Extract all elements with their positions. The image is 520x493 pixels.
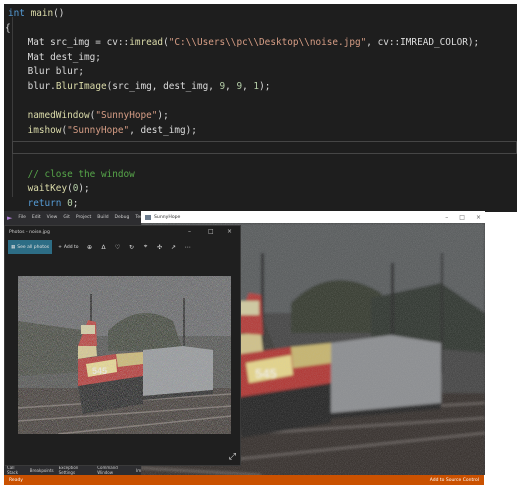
photos-toolbar: ▦ See all photos + Add to ⊕ ∆ ♡ ↻ ⌖ ✣ ↗ … [5,239,240,255]
close-icon[interactable]: × [227,228,232,235]
code-token: main [30,8,54,19]
photos-grid-icon: ▦ [11,244,16,250]
rotate-icon[interactable]: ↻ [125,244,139,251]
code-token: int [8,8,31,19]
window-controls: – □ × [445,211,481,223]
code-token: "SunnyHope" [95,110,158,122]
sunnyhope-title: SunnyHope [154,214,181,220]
plus-icon: + [58,244,62,250]
close-icon[interactable]: × [476,214,481,221]
code-token: imshow [27,124,62,136]
code-token: , dest_img); [129,124,197,136]
code-line[interactable]: Mat src_img = cv::imread("C:\\Users\\pc\… [5,36,480,50]
minimize-icon[interactable]: – [188,228,191,235]
add-to-label: Add to [63,244,79,250]
code-line[interactable]: { [5,22,11,36]
current-line-highlight [12,141,517,154]
delete-icon[interactable]: ∆ [97,244,111,251]
see-all-photos-button[interactable]: ▦ See all photos [8,240,53,254]
crop-icon[interactable]: ⌖ [139,243,153,251]
zoom-icon[interactable]: ⊕ [83,244,97,251]
code-token: , [242,81,254,92]
add-to-button[interactable]: + Add to [54,245,82,250]
code-token: Mat dest_img; [5,51,101,63]
status-ready: Ready [9,477,23,483]
tab-call-stack[interactable]: Call Stack [7,465,25,475]
code-token: namedWindow [27,110,90,122]
menu-file[interactable]: File [18,215,26,220]
expand-icon[interactable]: ⤢ [229,452,236,462]
code-token: return [27,197,68,209]
code-token: Blur blur; [5,66,85,78]
ide-panel-tabs: Call Stack Breakpoints Exception Setting… [4,465,145,475]
menu-edit[interactable]: Edit [32,215,41,220]
see-all-label: See all photos [17,244,50,250]
photos-app-window: Photos - noise.jpg – □ × ▦ See all photo… [4,225,241,466]
code-token: (src_img, dest_img, [106,81,220,92]
minimize-icon[interactable]: – [445,214,448,221]
code-token: ); [78,183,90,195]
heart-icon[interactable]: ♡ [111,244,125,251]
code-line[interactable]: return 0; [5,197,79,211]
code-line[interactable]: int main() [8,7,64,21]
visual-studio-icon[interactable]: ► [7,214,12,222]
maximize-icon[interactable]: □ [459,214,465,221]
add-to-source-control-button[interactable]: Add to Source Control [430,478,479,483]
code-token: ); [157,110,169,122]
more-icon[interactable]: ⋯ [181,244,195,251]
code-token: "SunnyHope" [67,124,130,136]
code-token: , cv::IMREAD_COLOR); [366,37,480,49]
code-line[interactable]: imshow("SunnyHope", dest_img); [5,124,197,138]
code-line[interactable]: namedWindow("SunnyHope"); [5,109,169,123]
code-token: ; [72,197,79,209]
photos-title: Photos - noise.jpg [9,230,50,235]
code-editor[interactable]: int main(){ Mat src_img = cv::imread("C:… [4,4,517,212]
sunnyhope-titlebar[interactable]: SunnyHope – □ × [141,211,485,223]
ide-menubar: ► File Edit View Git Project Build Debug… [4,211,144,224]
code-token: // close the window [27,168,135,180]
menu-debug[interactable]: Debug [115,215,130,220]
code-token: { [5,22,11,34]
code-token: blur. [5,81,56,92]
menu-view[interactable]: View [47,215,58,220]
code-token: waitKey [27,183,68,195]
code-line[interactable]: waitKey(0); [5,182,90,196]
menu-git[interactable]: Git [63,215,70,220]
code-token: BlurImage [55,81,107,92]
tab-exception-settings[interactable]: Exception Settings [59,465,93,475]
code-line[interactable]: Blur blur; [5,65,84,79]
code-line[interactable]: // close the window [5,168,135,182]
share-icon[interactable]: ↗ [167,244,181,251]
menu-project[interactable]: Project [76,215,91,220]
code-token: Mat src_img = cv:: [5,37,130,49]
code-token: imread [129,37,164,49]
code-token: ); [259,81,271,92]
menu-build[interactable]: Build [97,215,108,220]
edit-icon[interactable]: ✣ [153,244,167,251]
maximize-icon[interactable]: □ [208,228,214,235]
code-token: () [53,8,65,19]
tab-breakpoints[interactable]: Breakpoints [30,468,54,473]
code-line[interactable]: blur.BlurImage(src_img, dest_img, 9, 9, … [5,80,271,94]
tab-command-window[interactable]: Command Window [97,465,131,475]
app-icon [145,214,151,220]
code-line[interactable]: Mat dest_img; [5,51,101,65]
ide-statusbar: Ready Add to Source Control [4,475,484,485]
noisy-train-image: 545 [18,276,231,434]
code-token: "C:\\Users\\pc\\Desktop\\noise.jpg" [168,37,367,49]
code-token: , [225,81,237,92]
